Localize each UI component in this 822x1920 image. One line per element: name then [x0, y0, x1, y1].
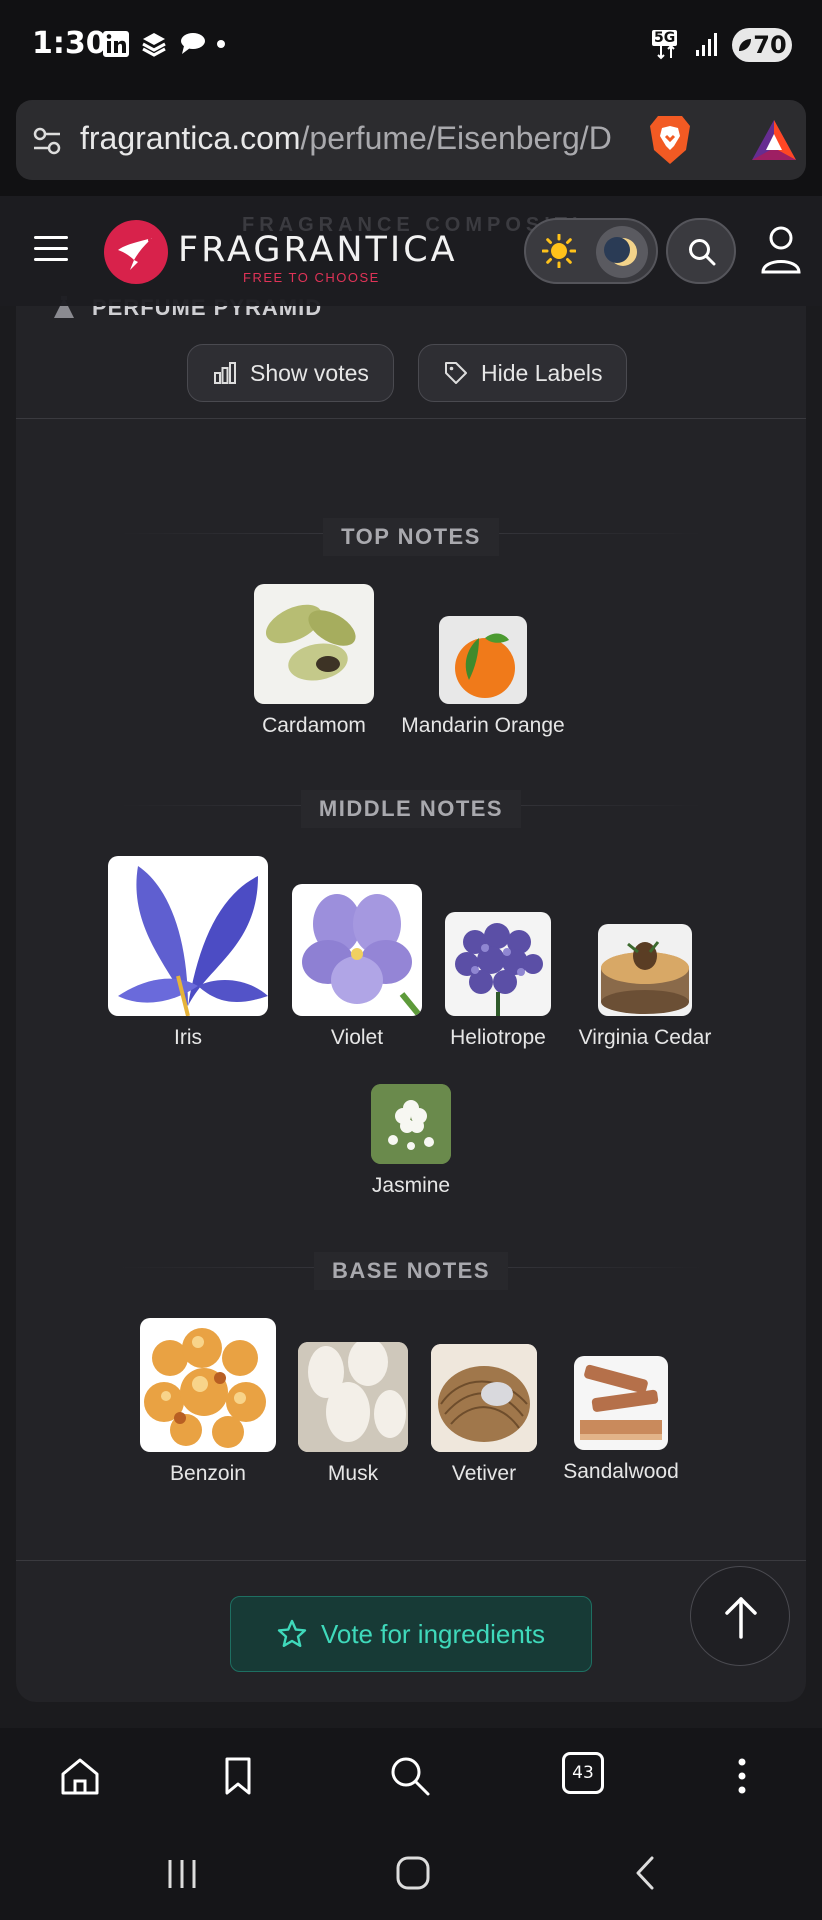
iris-image	[108, 856, 268, 1016]
note-benzoin[interactable]: Benzoin	[140, 1318, 276, 1486]
note-name: Jasmine	[371, 1174, 451, 1197]
sun-icon	[542, 234, 576, 268]
theme-toggle[interactable]	[524, 218, 658, 284]
show-votes-label: Show votes	[250, 359, 369, 386]
news-app-icon	[142, 33, 166, 57]
bar-chart-icon	[214, 362, 236, 384]
jasmine-image	[371, 1084, 451, 1164]
note-violet[interactable]: Violet	[292, 884, 422, 1050]
address-bar[interactable]: fragrantica.com/perfume/Eisenberg/D	[16, 100, 806, 180]
back-icon[interactable]	[626, 1854, 664, 1892]
moon-icon	[596, 226, 648, 278]
vote-for-ingredients-button[interactable]: Vote for ingredients	[230, 1596, 592, 1672]
note-name: Violet	[330, 1026, 384, 1049]
middle-notes-heading: MIDDLE NOTES	[0, 790, 822, 828]
note-name: Musk	[327, 1462, 379, 1485]
fragrantica-logo-icon[interactable]	[104, 220, 168, 284]
top-notes-heading: TOP NOTES	[0, 518, 822, 556]
tag-icon	[445, 362, 467, 384]
virginia-cedar-image	[598, 924, 692, 1016]
notification-icons	[102, 30, 226, 58]
brand-tagline: FREE TO CHOOSE	[243, 270, 380, 285]
url-path: /perfume/Eisenberg/D	[300, 120, 612, 156]
note-name: Virginia Cedar	[578, 1026, 712, 1049]
vote-button-label: Vote for ingredients	[320, 1618, 546, 1649]
arrow-up-icon	[725, 1597, 757, 1639]
url-domain: fragrantica.com	[80, 120, 301, 156]
benzoin-image	[140, 1318, 276, 1452]
cardamom-image	[254, 584, 374, 704]
scroll-to-top-button[interactable]	[690, 1566, 790, 1666]
musk-image	[298, 1342, 408, 1452]
brave-rewards-icon[interactable]	[750, 118, 798, 162]
status-time: 1:30	[32, 26, 107, 61]
note-mandarin-orange[interactable]: Mandarin Orange	[398, 616, 568, 738]
divider	[16, 1560, 806, 1561]
top-notes-label: TOP NOTES	[323, 518, 499, 556]
middle-notes-label: MIDDLE NOTES	[300, 790, 522, 828]
note-name: Mandarin Orange	[401, 714, 565, 737]
page-content: FRAGRANCE COMPOSITI FRAGRANTICA FREE TO …	[0, 196, 822, 1728]
vetiver-image	[431, 1344, 537, 1452]
menu-icon[interactable]	[34, 236, 68, 262]
base-notes-heading: BASE NOTES	[0, 1252, 822, 1290]
signal-icon	[696, 33, 717, 56]
tabs-count-button[interactable]: 43	[562, 1752, 604, 1794]
network-5g-icon: 5G	[652, 30, 682, 60]
star-icon	[277, 1619, 307, 1647]
note-name: Benzoin	[170, 1462, 246, 1485]
bookmark-icon[interactable]	[216, 1754, 260, 1798]
recent-apps-icon[interactable]	[164, 1856, 200, 1892]
search-icon[interactable]	[388, 1754, 432, 1798]
site-settings-icon[interactable]	[30, 124, 64, 158]
note-name: Sandalwood	[563, 1460, 679, 1483]
brand-name[interactable]: FRAGRANTICA	[178, 230, 458, 270]
status-bar: 1:30 5G 70	[0, 0, 822, 92]
leaf-icon	[739, 39, 752, 51]
chat-icon	[181, 33, 205, 54]
note-iris[interactable]: Iris	[108, 856, 268, 1050]
note-vetiver[interactable]: Vetiver	[426, 1344, 542, 1486]
more-menu-icon[interactable]	[720, 1754, 764, 1798]
user-account-icon[interactable]	[760, 224, 802, 276]
show-votes-button[interactable]: Show votes	[187, 344, 394, 402]
battery-indicator: 70	[732, 28, 792, 62]
note-name: Iris	[174, 1026, 202, 1049]
base-notes-label: BASE NOTES	[313, 1252, 509, 1290]
more-notifications-dot-icon	[217, 40, 225, 48]
url-text[interactable]: fragrantica.com/perfume/Eisenberg/D	[80, 120, 646, 157]
home-icon[interactable]	[58, 1754, 102, 1798]
browser-bottom-bar: 43	[0, 1728, 822, 1830]
note-jasmine[interactable]: Jasmine	[351, 1084, 471, 1198]
violet-image	[292, 884, 422, 1016]
search-icon	[689, 239, 716, 266]
note-virginia-cedar[interactable]: Virginia Cedar	[574, 924, 716, 1050]
battery-level: 70	[753, 31, 787, 59]
heliotrope-image	[445, 912, 551, 1016]
divider	[16, 418, 806, 419]
linkedin-icon	[103, 31, 129, 57]
note-musk[interactable]: Musk	[292, 1342, 414, 1486]
search-button[interactable]	[666, 218, 736, 284]
note-name: Cardamom	[262, 714, 366, 737]
hide-labels-label: Hide Labels	[481, 359, 603, 386]
site-header: FRAGRANCE COMPOSITI FRAGRANTICA FREE TO …	[0, 196, 822, 306]
sandalwood-image	[574, 1356, 668, 1450]
browser-toolbar: fragrantica.com/perfume/Eisenberg/D	[0, 92, 822, 196]
hide-labels-button[interactable]: Hide Labels	[418, 344, 628, 402]
brave-shields-icon[interactable]	[646, 114, 694, 166]
note-name: Heliotrope	[450, 1026, 546, 1049]
home-nav-icon[interactable]	[394, 1854, 432, 1892]
note-name: Vetiver	[451, 1462, 517, 1485]
network-label: 5G	[652, 30, 678, 46]
status-right: 5G 70	[652, 28, 792, 62]
mandarin-orange-image	[439, 616, 527, 704]
note-cardamom[interactable]: Cardamom	[254, 584, 374, 738]
note-sandalwood[interactable]: Sandalwood	[556, 1356, 686, 1484]
system-nav-bar	[0, 1830, 822, 1920]
note-heliotrope[interactable]: Heliotrope	[438, 912, 558, 1050]
